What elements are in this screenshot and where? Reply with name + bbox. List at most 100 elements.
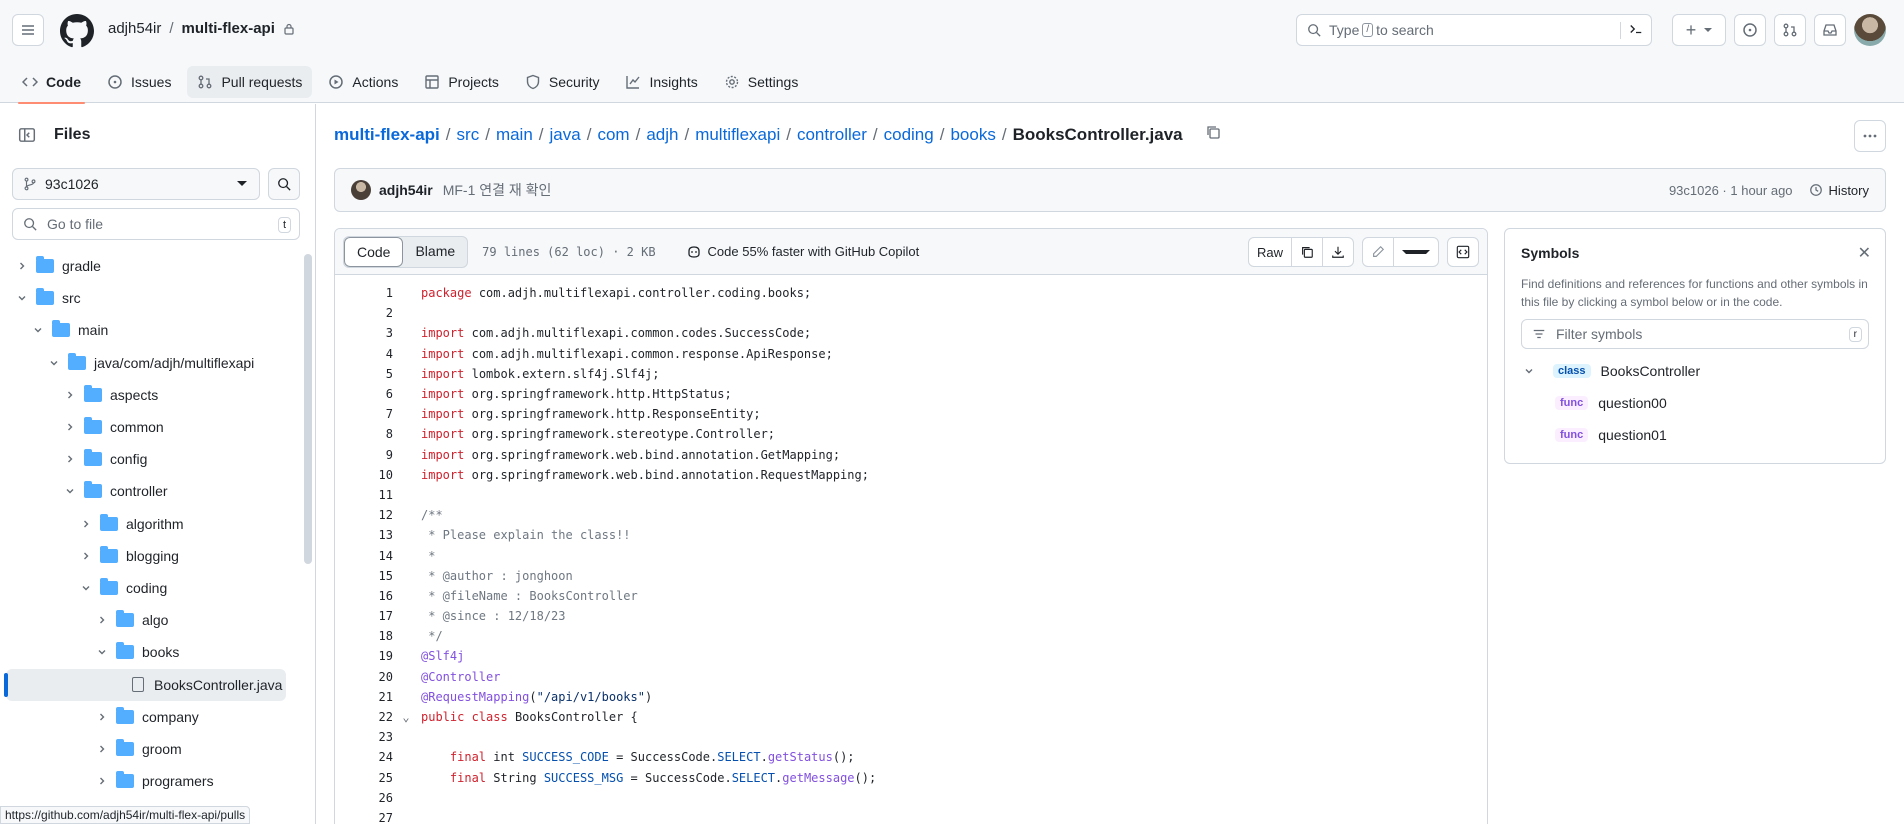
create-new-button[interactable]: + (1672, 14, 1726, 46)
chevron-down-icon[interactable]: ⌄ (397, 710, 415, 724)
line-number[interactable]: 24 (335, 750, 393, 764)
tree-folder-item[interactable]: java/com/adjh/multiflexapi (6, 347, 286, 379)
tree-folder-item[interactable]: company (6, 701, 286, 733)
line-number[interactable]: 22 (335, 710, 393, 724)
tree-folder-item[interactable]: programers (6, 765, 286, 797)
line-number[interactable]: 14 (335, 549, 393, 563)
raw-button[interactable]: Raw (1249, 238, 1292, 266)
chevron-right-icon[interactable] (94, 612, 110, 628)
edit-button[interactable] (1363, 238, 1394, 266)
chevron-down-icon[interactable] (30, 322, 46, 338)
commit-meta[interactable]: 93c1026 · 1 hour ago (1669, 183, 1793, 198)
line-number[interactable]: 11 (335, 488, 393, 502)
breadcrumb-link[interactable]: multi-flex-api (334, 125, 440, 145)
copilot-link[interactable]: Code 55% faster with GitHub Copilot (686, 244, 919, 260)
tab-pull-requests[interactable]: Pull requests (187, 66, 313, 98)
line-number[interactable]: 17 (335, 609, 393, 623)
history-button[interactable]: History (1809, 183, 1869, 198)
breadcrumb-link[interactable]: src (457, 125, 480, 145)
line-number[interactable]: 27 (335, 811, 393, 824)
branch-selector[interactable]: 93c1026 (12, 168, 260, 200)
line-number[interactable]: 16 (335, 589, 393, 603)
line-number[interactable]: 3 (335, 326, 393, 340)
line-number[interactable]: 7 (335, 407, 393, 421)
tree-folder-item[interactable]: algo (6, 604, 286, 636)
repo-name-link[interactable]: multi-flex-api (182, 20, 275, 37)
tree-folder-item[interactable]: main (6, 314, 286, 346)
chevron-right-icon[interactable] (62, 419, 78, 435)
chevron-down-icon[interactable] (14, 290, 30, 306)
tree-folder-item[interactable]: config (6, 443, 286, 475)
line-number[interactable]: 9 (335, 448, 393, 462)
chevron-right-icon[interactable] (94, 709, 110, 725)
breadcrumb-link[interactable]: java (550, 125, 581, 145)
line-number[interactable]: 20 (335, 670, 393, 684)
commit-message[interactable]: MF-1 연결 재 확인 (443, 180, 552, 200)
chevron-down-icon[interactable] (62, 483, 78, 499)
download-button[interactable] (1323, 238, 1353, 266)
line-number[interactable]: 4 (335, 347, 393, 361)
tree-folder-item[interactable]: books (6, 636, 286, 668)
collapse-sidebar-button[interactable] (14, 122, 40, 148)
github-logo-icon[interactable] (60, 14, 94, 48)
filter-symbols-input[interactable]: Filter symbols r (1521, 319, 1869, 349)
inbox-button[interactable] (1814, 14, 1846, 46)
command-palette-icon[interactable] (1620, 22, 1643, 39)
tree-folder-item[interactable]: src (6, 282, 286, 314)
chevron-right-icon[interactable] (62, 387, 78, 403)
copy-path-icon[interactable] (1205, 124, 1221, 145)
line-number[interactable]: 25 (335, 771, 393, 785)
line-number[interactable]: 18 (335, 629, 393, 643)
breadcrumb-link[interactable]: main (496, 125, 533, 145)
chevron-down-icon[interactable] (78, 580, 94, 596)
breadcrumb-link[interactable]: books (950, 125, 995, 145)
issues-button[interactable] (1734, 14, 1766, 46)
more-options-button[interactable] (1854, 120, 1886, 152)
tab-projects[interactable]: Projects (414, 66, 509, 98)
line-number[interactable]: 10 (335, 468, 393, 482)
user-avatar[interactable] (1854, 14, 1886, 46)
chevron-right-icon[interactable] (94, 773, 110, 789)
chevron-down-icon[interactable] (1521, 363, 1537, 379)
breadcrumb-link[interactable]: coding (884, 125, 934, 145)
global-search-input[interactable]: Type / to search (1296, 14, 1652, 46)
line-number[interactable]: 5 (335, 367, 393, 381)
tree-folder-item[interactable]: aspects (6, 379, 286, 411)
tree-folder-item[interactable]: groom (6, 733, 286, 765)
line-number[interactable]: 8 (335, 427, 393, 441)
tree-folder-item[interactable]: coding (6, 572, 286, 604)
tree-folder-item[interactable]: gradle (6, 250, 286, 282)
menu-button[interactable] (12, 14, 44, 46)
commit-author-avatar[interactable] (351, 180, 371, 200)
tab-code[interactable]: Code (12, 66, 91, 104)
chevron-right-icon[interactable] (94, 741, 110, 757)
line-number[interactable]: 19 (335, 649, 393, 663)
tree-folder-item[interactable]: algorithm (6, 508, 286, 540)
line-number[interactable]: 23 (335, 730, 393, 744)
line-number[interactable]: 21 (335, 690, 393, 704)
chevron-right-icon[interactable] (14, 258, 30, 274)
close-icon[interactable]: ✕ (1858, 243, 1871, 263)
copy-raw-button[interactable] (1292, 238, 1323, 266)
sidebar-scrollbar[interactable] (304, 254, 312, 564)
tab-actions[interactable]: Actions (318, 66, 408, 98)
repo-owner-link[interactable]: adjh54ir (108, 20, 161, 37)
tab-issues[interactable]: Issues (97, 66, 181, 98)
symbols-toggle-button[interactable] (1448, 238, 1478, 266)
tree-file-item[interactable]: BooksController.java (4, 668, 286, 701)
line-number[interactable]: 1 (335, 286, 393, 300)
chevron-right-icon[interactable] (78, 548, 94, 564)
chevron-down-icon[interactable] (46, 355, 62, 371)
tab-settings[interactable]: Settings (714, 66, 809, 98)
tree-folder-item[interactable]: common (6, 411, 286, 443)
symbol-item[interactable]: func question00 (1521, 387, 1869, 419)
tab-insights[interactable]: Insights (615, 66, 707, 98)
tree-folder-item[interactable]: blogging (6, 540, 286, 572)
commit-author[interactable]: adjh54ir (379, 182, 433, 198)
breadcrumb-link[interactable]: adjh (646, 125, 678, 145)
line-number[interactable]: 12 (335, 508, 393, 522)
edit-dropdown-button[interactable] (1394, 238, 1438, 266)
search-files-button[interactable] (268, 168, 300, 200)
line-number[interactable]: 13 (335, 528, 393, 542)
breadcrumb-link[interactable]: controller (797, 125, 867, 145)
